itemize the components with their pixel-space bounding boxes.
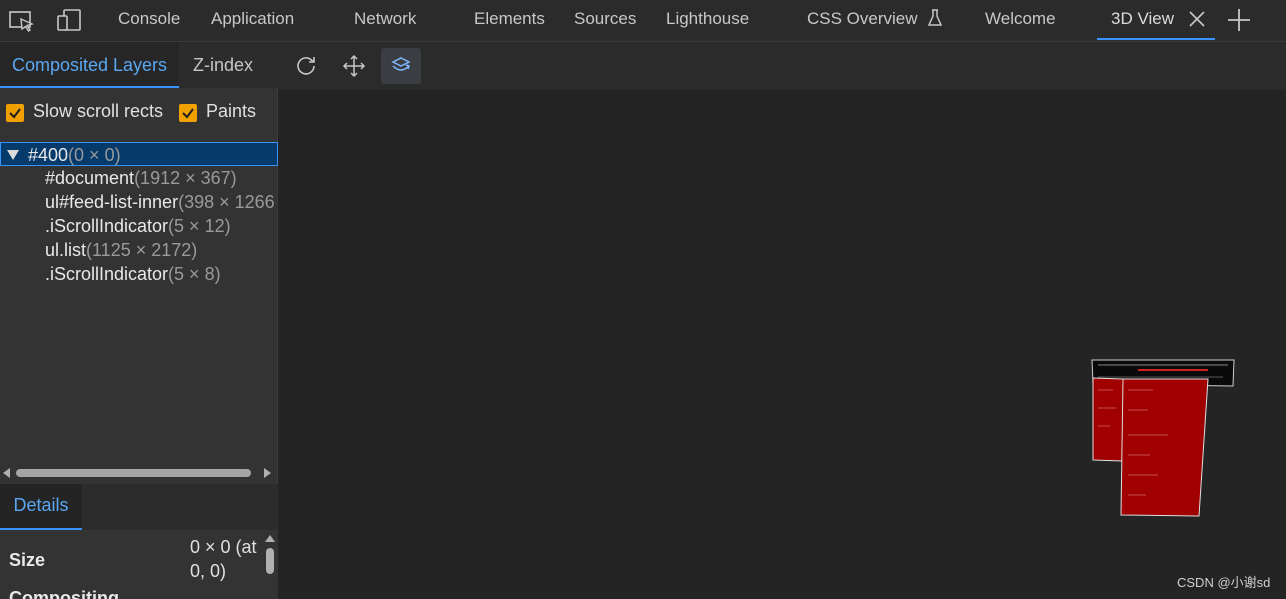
layer-name: .iScrollIndicator <box>45 264 169 284</box>
paints-label: Paints <box>206 101 257 121</box>
tab-elements[interactable]: Elements <box>474 0 545 40</box>
inspect-element-icon[interactable] <box>8 7 36 35</box>
view-toolbar <box>278 42 1286 90</box>
reset-view-button[interactable] <box>286 48 326 84</box>
tree-row[interactable]: #document(1912 × 367) <box>0 166 278 190</box>
layer-tree: #400(0 × 0) #document(1912 × 367) ul#fee… <box>0 142 278 422</box>
expand-caret-icon[interactable] <box>7 150 19 160</box>
layer-dims: (398 × 1266 <box>178 192 275 212</box>
tab-sources[interactable]: Sources <box>574 0 636 40</box>
layers-3d-render <box>1091 359 1235 517</box>
slow-scroll-rects-checkbox[interactable] <box>6 104 24 122</box>
move-arrows-icon <box>342 54 366 78</box>
rotate-3d-icon <box>391 57 411 71</box>
detail-key-size: Size <box>9 550 46 570</box>
tab-css-overview[interactable]: CSS Overview <box>807 0 943 40</box>
experiment-flask-icon <box>928 3 943 26</box>
tree-row[interactable]: .iScrollIndicator(5 × 8) <box>0 262 278 286</box>
layers-panel: Composited Layers Z-index Slow scroll re… <box>0 42 278 599</box>
tree-row-root[interactable]: #400(0 × 0) <box>0 142 278 166</box>
tab-3d-view-label: 3D View <box>1111 9 1174 28</box>
watermark-text: CSDN @小谢sd <box>1177 575 1271 590</box>
layer-dims: (0 × 0) <box>68 145 121 165</box>
refresh-icon <box>297 57 315 75</box>
detail-key-compositing: Compositing <box>9 588 119 599</box>
layer-name: #400 <box>28 145 69 165</box>
details-pane: Size 0 × 0 (at 0, 0) Compositing <box>0 530 278 599</box>
layer-dims: (1912 × 367) <box>134 168 237 188</box>
tab-lighthouse[interactable]: Lighthouse <box>666 0 749 40</box>
tree-row[interactable]: ul.list(1125 × 2172) <box>0 238 278 262</box>
tab-composited-layers[interactable]: Composited Layers <box>0 42 179 88</box>
details-vertical-scrollbar[interactable] <box>264 530 276 599</box>
tree-horizontal-scrollbar[interactable] <box>0 466 278 480</box>
tab-css-overview-label: CSS Overview <box>807 9 918 28</box>
tab-console[interactable]: Console <box>118 0 180 40</box>
scroll-right-arrow-icon[interactable] <box>264 468 271 478</box>
tab-network[interactable]: Network <box>354 0 416 40</box>
pan-mode-button[interactable] <box>334 48 374 84</box>
scroll-left-arrow-icon[interactable] <box>3 468 10 478</box>
layer-name: #document <box>45 168 135 188</box>
layer-name: ul.list <box>45 240 87 260</box>
layers-subtabs: Composited Layers Z-index <box>0 42 278 88</box>
scrollbar-thumb[interactable] <box>16 469 251 477</box>
tree-row[interactable]: ul#feed-list-inner(398 × 1266 <box>0 190 278 214</box>
layer-name: .iScrollIndicator <box>45 216 169 236</box>
tab-application[interactable]: Application <box>211 0 294 40</box>
scrollbar-thumb[interactable] <box>266 548 274 574</box>
tab-z-index[interactable]: Z-index <box>193 42 253 88</box>
detail-value-size: 0 × 0 (at 0, 0) <box>190 537 257 581</box>
slow-scroll-rects-label: Slow scroll rects <box>33 101 164 121</box>
layer-dims: (1125 × 2172) <box>86 240 198 260</box>
paints-checkbox[interactable] <box>179 104 197 122</box>
3d-viewport-canvas[interactable]: CSDN @小谢sd <box>278 90 1286 599</box>
tab-welcome[interactable]: Welcome <box>985 0 1056 40</box>
close-tab-icon[interactable] <box>1186 8 1208 30</box>
scroll-up-arrow-icon[interactable] <box>265 535 275 542</box>
layer-dims: (5 × 8) <box>168 264 221 284</box>
layer-dims: (5 × 12) <box>168 216 231 236</box>
add-tab-icon[interactable] <box>1226 7 1252 33</box>
tab-details[interactable]: Details <box>0 484 82 530</box>
rotate-mode-button[interactable] <box>381 48 421 84</box>
devtools-topbar: Console Application Network Elements Sou… <box>0 0 1286 42</box>
device-toolbar-icon[interactable] <box>55 7 83 35</box>
tree-row[interactable]: .iScrollIndicator(5 × 12) <box>0 214 278 238</box>
details-tabbar: Details <box>0 484 278 530</box>
layer-options: Slow scroll rects Paints <box>0 96 278 132</box>
layer-name: ul#feed-list-inner <box>45 192 179 212</box>
